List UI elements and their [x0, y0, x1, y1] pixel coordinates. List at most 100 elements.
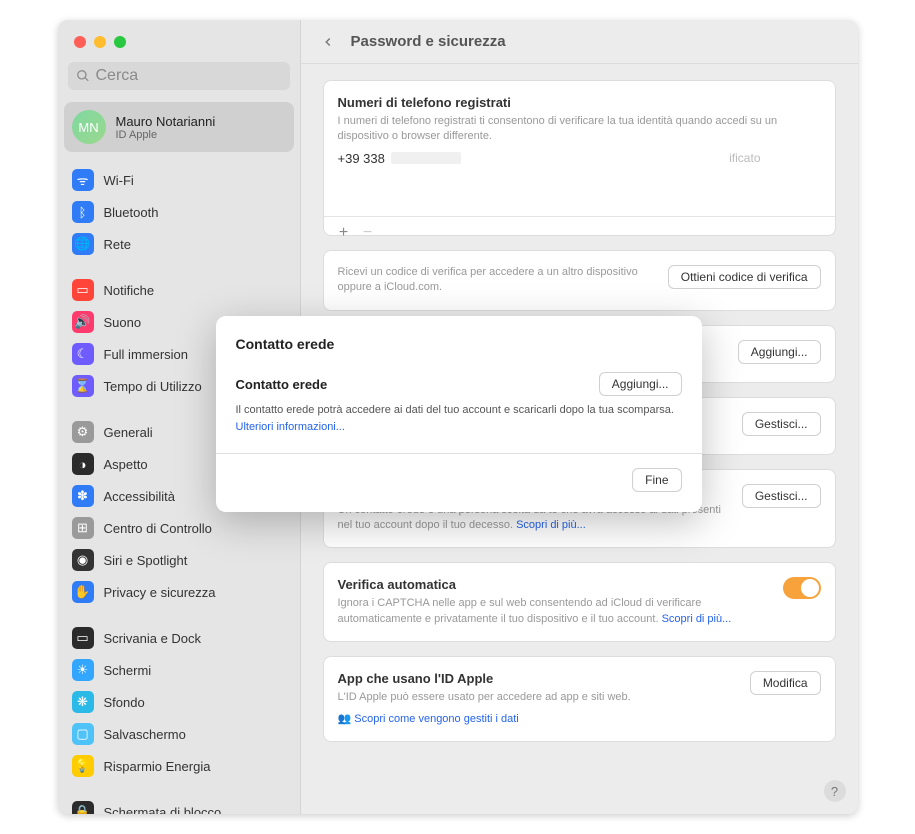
code-card: Ricevi un codice di verifica per acceder… — [323, 250, 836, 311]
sidebar-item-label: Accessibilità — [104, 489, 176, 504]
auto-verify-toggle[interactable] — [783, 577, 821, 599]
sidebar-item-sfondo[interactable]: ❋ Sfondo — [64, 686, 294, 718]
sidebar-item-notifiche[interactable]: ▭ Notifiche — [64, 274, 294, 306]
sidebar-item-label: Aspetto — [104, 457, 148, 472]
sidebar-item-label: Salvaschermo — [104, 727, 186, 742]
sidebar-item-salvaschermo[interactable]: ▢ Salvaschermo — [64, 718, 294, 750]
sidebar-item-label: Full immersion — [104, 347, 189, 362]
dock-icon: ▭ — [72, 627, 94, 649]
get-code-button[interactable]: Ottieni codice di verifica — [668, 265, 821, 289]
code-desc: Ricevi un codice di verifica per acceder… — [338, 265, 658, 296]
sidebar-item-label: Generali — [104, 425, 153, 440]
page-title: Password e sicurezza — [351, 33, 506, 50]
sidebar-item-scrivania-e-dock[interactable]: ▭ Scrivania e Dock — [64, 622, 294, 654]
phones-desc: I numeri di telefono registrati ti conse… — [338, 114, 821, 145]
search-placeholder: Cerca — [96, 67, 139, 85]
moon-icon: ☾ — [72, 343, 94, 365]
search-icon — [76, 69, 90, 83]
apple-id-row[interactable]: MN Mauro Notarianni ID Apple — [64, 102, 294, 152]
sidebar-item-label: Schermata di blocco — [104, 805, 222, 815]
sidebar-item-label: Bluetooth — [104, 205, 159, 220]
apps-title: App che usano l'ID Apple — [338, 671, 740, 686]
sidebar-item-centro-di-controllo[interactable]: ⊞ Centro di Controllo — [64, 512, 294, 544]
cc-icon: ⊞ — [72, 517, 94, 539]
close-window[interactable] — [74, 36, 86, 48]
apps-edit-button[interactable]: Modifica — [750, 671, 821, 695]
window-controls — [58, 20, 300, 58]
sidebar-item-wi-fi[interactable]: ᯤWi-Fi — [64, 164, 294, 196]
phones-title: Numeri di telefono registrati — [338, 95, 821, 110]
access-icon: ✽ — [72, 485, 94, 507]
phones-card: Numeri di telefono registrati I numeri d… — [323, 80, 836, 236]
wifi-icon: ᯤ — [72, 169, 94, 191]
sidebar-item-schermi[interactable]: ☀ Schermi — [64, 654, 294, 686]
modal-more-info-link[interactable]: Ulteriori informazioni... — [236, 421, 345, 433]
sidebar-item-label: Risparmio Energia — [104, 759, 211, 774]
avatar: MN — [72, 110, 106, 144]
sidebar-item-bluetooth[interactable]: ᛒ Bluetooth — [64, 196, 294, 228]
people-icon: 👥 — [338, 713, 355, 725]
minimize-window[interactable] — [94, 36, 106, 48]
auto-verify-card: Verifica automatica Ignora i CAPTCHA nel… — [323, 562, 836, 642]
hand-icon: ✋ — [72, 581, 94, 603]
display-icon: ☀ — [72, 659, 94, 681]
modal-title: Contatto erede — [236, 377, 328, 392]
phone-item[interactable]: +39 338 ificato — [338, 145, 821, 172]
bulb-icon: 💡 — [72, 755, 94, 777]
back-button[interactable] — [317, 31, 339, 53]
sidebar-item-label: Suono — [104, 315, 142, 330]
sidebar-item-siri-e-spotlight[interactable]: ◉ Siri e Spotlight — [64, 544, 294, 576]
phone-number: +39 338 — [338, 151, 385, 166]
phone-status: ificato — [729, 151, 820, 165]
modal-heading: Contatto erede — [236, 336, 682, 352]
zoom-window[interactable] — [114, 36, 126, 48]
legacy-manage-button[interactable]: Gestisci... — [742, 484, 821, 508]
manage-button-1[interactable]: Gestisci... — [742, 412, 821, 436]
sound-icon: 🔊 — [72, 311, 94, 333]
auto-title: Verifica automatica — [338, 577, 773, 592]
remove-phone-button[interactable]: − — [356, 221, 380, 245]
wall-icon: ❋ — [72, 691, 94, 713]
help-button[interactable]: ? — [824, 780, 846, 802]
modal-done-button[interactable]: Fine — [632, 468, 681, 492]
sidebar-item-label: Sfondo — [104, 695, 145, 710]
sidebar-item-label: Siri e Spotlight — [104, 553, 188, 568]
sidebar-item-label: Notifiche — [104, 283, 155, 298]
sidebar-item-privacy-e-sicurezza[interactable]: ✋ Privacy e sicurezza — [64, 576, 294, 608]
modal-add-button[interactable]: Aggiungi... — [599, 372, 682, 396]
search-field[interactable]: Cerca — [68, 62, 290, 90]
gear-icon: ⚙ — [72, 421, 94, 443]
phone-controls: + − — [324, 216, 835, 249]
apps-link[interactable]: Scopri come vengono gestiti i dati — [354, 713, 518, 725]
ss-icon: ▢ — [72, 723, 94, 745]
phone-redacted — [391, 152, 461, 164]
add-phone-button[interactable]: + — [332, 221, 356, 245]
sidebar-item-rete[interactable]: 🌐 Rete — [64, 228, 294, 260]
sidebar-item-label: Centro di Controllo — [104, 521, 212, 536]
modal-desc: Il contatto erede potrà accedere ai dati… — [236, 402, 682, 435]
sidebar-item-label: Rete — [104, 237, 131, 252]
auto-desc: Ignora i CAPTCHA nelle app e sul web con… — [338, 596, 773, 627]
siri-icon: ◉ — [72, 549, 94, 571]
add-button-1[interactable]: Aggiungi... — [738, 340, 821, 364]
sidebar-item-label: Schermi — [104, 663, 152, 678]
lock-icon: 🔒 — [72, 801, 94, 814]
user-sub: ID Apple — [116, 129, 216, 141]
legacy-contact-modal: Contatto erede Contatto erede Aggiungi..… — [216, 316, 702, 512]
appear-icon: ◑ — [72, 453, 94, 475]
auto-link[interactable]: Scopri di più... — [662, 613, 732, 625]
globe-icon: 🌐 — [72, 233, 94, 255]
header: Password e sicurezza — [301, 20, 858, 64]
user-name: Mauro Notarianni — [116, 114, 216, 129]
bell-icon: ▭ — [72, 279, 94, 301]
sidebar-item-label: Tempo di Utilizzo — [104, 379, 202, 394]
settings-window: Cerca MN Mauro Notarianni ID Apple ᯤWi-F… — [58, 20, 858, 814]
sidebar-item-label: Privacy e sicurezza — [104, 585, 216, 600]
apps-card: App che usano l'ID Apple L'ID Apple può … — [323, 656, 836, 742]
sidebar-item-label: Scrivania e Dock — [104, 631, 202, 646]
sidebar-item-risparmio-energia[interactable]: 💡 Risparmio Energia — [64, 750, 294, 782]
sidebar-item-schermata-di-blocco[interactable]: 🔒 Schermata di blocco — [64, 796, 294, 814]
bt-icon: ᛒ — [72, 201, 94, 223]
hour-icon: ⌛ — [72, 375, 94, 397]
legacy-link[interactable]: Scopri di più... — [516, 519, 586, 531]
